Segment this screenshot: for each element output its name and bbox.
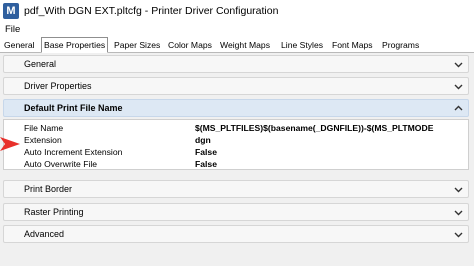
section-general[interactable]: General [3, 55, 469, 73]
chevron-down-icon[interactable] [453, 229, 464, 240]
menu-file[interactable]: File [0, 24, 20, 35]
section-raster-printing[interactable]: Raster Printing [3, 203, 469, 221]
chevron-down-icon[interactable] [453, 207, 464, 218]
section-driver-properties-label: Driver Properties [24, 81, 92, 91]
section-general-label: General [24, 59, 57, 69]
chevron-up-icon[interactable] [453, 103, 464, 114]
tab-bar: General Base Properties Paper Sizes Colo… [0, 37, 474, 53]
chevron-down-icon[interactable] [453, 81, 464, 92]
content-area: General Driver Properties Default Print … [0, 53, 474, 266]
section-driver-properties[interactable]: Driver Properties [3, 77, 469, 95]
property-name: Auto Increment Extension [24, 147, 123, 157]
property-value[interactable]: False [195, 159, 467, 169]
property-row-file-name[interactable]: File Name $(MS_PLTFILES)$(basename(_DGNF… [4, 122, 468, 134]
tab-line-styles[interactable]: Line Styles [279, 39, 325, 53]
tab-programs[interactable]: Programs [380, 39, 421, 53]
property-value[interactable]: False [195, 147, 467, 157]
property-row-auto-increment-extension[interactable]: Auto Increment Extension False [4, 146, 468, 158]
property-row-auto-overwrite-file[interactable]: Auto Overwrite File False [4, 158, 468, 170]
chevron-down-icon[interactable] [453, 184, 464, 195]
property-grid: File Name $(MS_PLTFILES)$(basename(_DGNF… [3, 119, 469, 170]
section-default-print-file-name-label: Default Print File Name [24, 103, 123, 113]
tab-general[interactable]: General [2, 39, 37, 53]
section-advanced[interactable]: Advanced [3, 225, 469, 243]
section-print-border[interactable]: Print Border [3, 180, 469, 198]
app-logo-icon: M [3, 2, 19, 19]
title-bar: M pdf_With DGN EXT.pltcfg - Printer Driv… [0, 0, 474, 21]
property-value[interactable]: dgn [195, 135, 467, 145]
annotation-arrow-icon [0, 137, 20, 151]
menu-bar: File [0, 21, 474, 37]
tab-color-maps[interactable]: Color Maps [166, 39, 214, 53]
window-title: pdf_With DGN EXT.pltcfg - Printer Driver… [24, 4, 279, 17]
tab-font-maps[interactable]: Font Maps [330, 39, 375, 53]
chevron-down-icon[interactable] [453, 59, 464, 70]
tab-weight-maps[interactable]: Weight Maps [218, 39, 272, 53]
tab-paper-sizes[interactable]: Paper Sizes [112, 39, 162, 53]
property-value[interactable]: $(MS_PLTFILES)$(basename(_DGNFILE))-$(MS… [195, 123, 467, 133]
property-name: File Name [24, 123, 64, 133]
section-advanced-label: Advanced [24, 229, 65, 239]
section-raster-printing-label: Raster Printing [24, 207, 84, 217]
tab-base-properties[interactable]: Base Properties [41, 37, 109, 53]
section-default-print-file-name[interactable]: Default Print File Name [3, 99, 469, 117]
property-row-extension[interactable]: Extension dgn [4, 134, 468, 146]
property-name: Auto Overwrite File [24, 159, 98, 169]
property-name: Extension [24, 135, 62, 145]
section-print-border-label: Print Border [24, 184, 73, 194]
